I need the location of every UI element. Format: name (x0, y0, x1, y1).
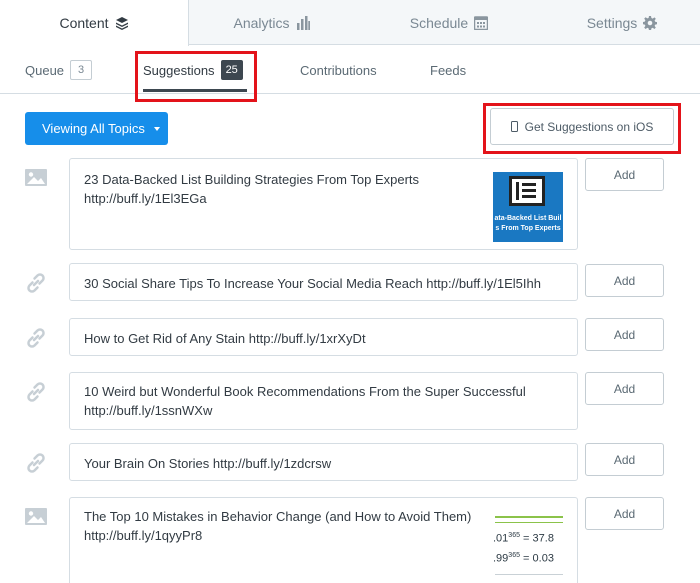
topics-label: Viewing All Topics (42, 121, 145, 136)
tab-label: Schedule (409, 14, 469, 31)
suggestion-text: 10 Weird but Wonderful Book Recommendati… (84, 384, 526, 418)
suggestion-text: How to Get Rid of Any Stain http://buff.… (84, 331, 366, 346)
suggestion-thumbnail: .01365 = 37.8 .99365 = 0.03 (493, 510, 563, 582)
suggestion-card[interactable]: Your Brain On Stories http://buff.ly/1zd… (69, 443, 578, 481)
caret-down-icon (154, 127, 160, 131)
main-tabs: Content Analytics Schedule Settings (0, 0, 700, 46)
add-button[interactable]: Add (585, 264, 664, 297)
add-button[interactable]: Add (585, 318, 664, 351)
add-button[interactable]: Add (585, 372, 664, 405)
suggestion-text: The Top 10 Mistakes in Behavior Change (… (84, 509, 472, 543)
link-icon (27, 453, 45, 473)
tab-content[interactable]: Content (0, 0, 189, 46)
sub-tabs: Queue 3 Suggestions 25 Contributions Fee… (0, 46, 700, 94)
thumbnail-caption: ata-Backed List Buil s From Top Experts (494, 215, 562, 232)
equation-result: = 37.8 (523, 532, 554, 545)
suggestion-card[interactable]: 30 Social Share Tips To Increase Your So… (69, 263, 578, 301)
tab-feeds[interactable]: Feeds (430, 46, 466, 94)
tab-settings[interactable]: Settings (544, 0, 700, 45)
link-icon (27, 273, 45, 293)
thumbnail-bar (495, 516, 563, 518)
tab-label: Contributions (300, 62, 377, 78)
suggestion-text: 30 Social Share Tips To Increase Your So… (84, 276, 541, 291)
add-button[interactable]: Add (585, 443, 664, 476)
tab-label: Feeds (430, 62, 467, 78)
image-icon (25, 169, 47, 186)
add-button[interactable]: Add (585, 158, 664, 191)
image-icon (25, 508, 47, 525)
topics-dropdown-button[interactable]: Viewing All Topics (25, 112, 168, 145)
get-suggestions-ios-button[interactable]: Get Suggestions on iOS (490, 108, 674, 145)
list-icon (509, 176, 545, 206)
thumbnail-equation: .99365 = 0.03 (493, 552, 554, 565)
tab-suggestions[interactable]: Suggestions 25 (143, 46, 247, 94)
tab-schedule[interactable]: Schedule (354, 0, 544, 45)
equation-base: .99 (493, 552, 509, 565)
suggestion-card[interactable]: 23 Data-Backed List Building Strategies … (69, 158, 578, 250)
tab-queue[interactable]: Queue 3 (25, 46, 93, 94)
thumbnail-equation: .01365 = 37.8 (493, 532, 554, 545)
tab-contributions[interactable]: Contributions (300, 46, 377, 94)
suggestion-card[interactable]: 10 Weird but Wonderful Book Recommendati… (69, 372, 578, 430)
active-tab-underline (143, 89, 247, 92)
suggestions-count-badge: 25 (220, 60, 243, 80)
layers-icon (115, 17, 128, 30)
add-button[interactable]: Add (585, 497, 664, 530)
suggestion-card[interactable]: The Top 10 Mistakes in Behavior Change (… (69, 497, 578, 583)
tab-label: Queue (25, 62, 65, 78)
tab-label: Analytics (233, 14, 290, 31)
thumbnail-bar (495, 574, 563, 575)
suggestion-text: Your Brain On Stories http://buff.ly/1zd… (84, 456, 332, 471)
equation-exponent: 365 (508, 552, 520, 559)
suggestion-card[interactable]: How to Get Rid of Any Stain http://buff.… (69, 318, 578, 356)
equation-result: = 0.03 (523, 552, 554, 565)
bar-chart-icon (296, 15, 310, 30)
phone-icon (510, 121, 518, 132)
ios-button-label: Get Suggestions on iOS (524, 119, 654, 134)
suggestion-thumbnail: ata-Backed List Buil s From Top Experts (493, 172, 563, 242)
link-icon (27, 382, 45, 402)
link-icon (27, 328, 45, 348)
tab-label: Settings (586, 14, 638, 31)
gear-icon (643, 15, 658, 30)
thumbnail-bar (495, 522, 563, 523)
tab-label: Content (59, 15, 109, 31)
equation-exponent: 365 (508, 532, 520, 539)
suggestion-text: 23 Data-Backed List Building Strategies … (84, 172, 420, 206)
tab-label: Suggestions (143, 62, 215, 78)
tab-analytics[interactable]: Analytics (189, 0, 354, 45)
calendar-icon (474, 15, 489, 30)
queue-count-badge: 3 (70, 60, 93, 80)
equation-base: .01 (493, 532, 509, 545)
